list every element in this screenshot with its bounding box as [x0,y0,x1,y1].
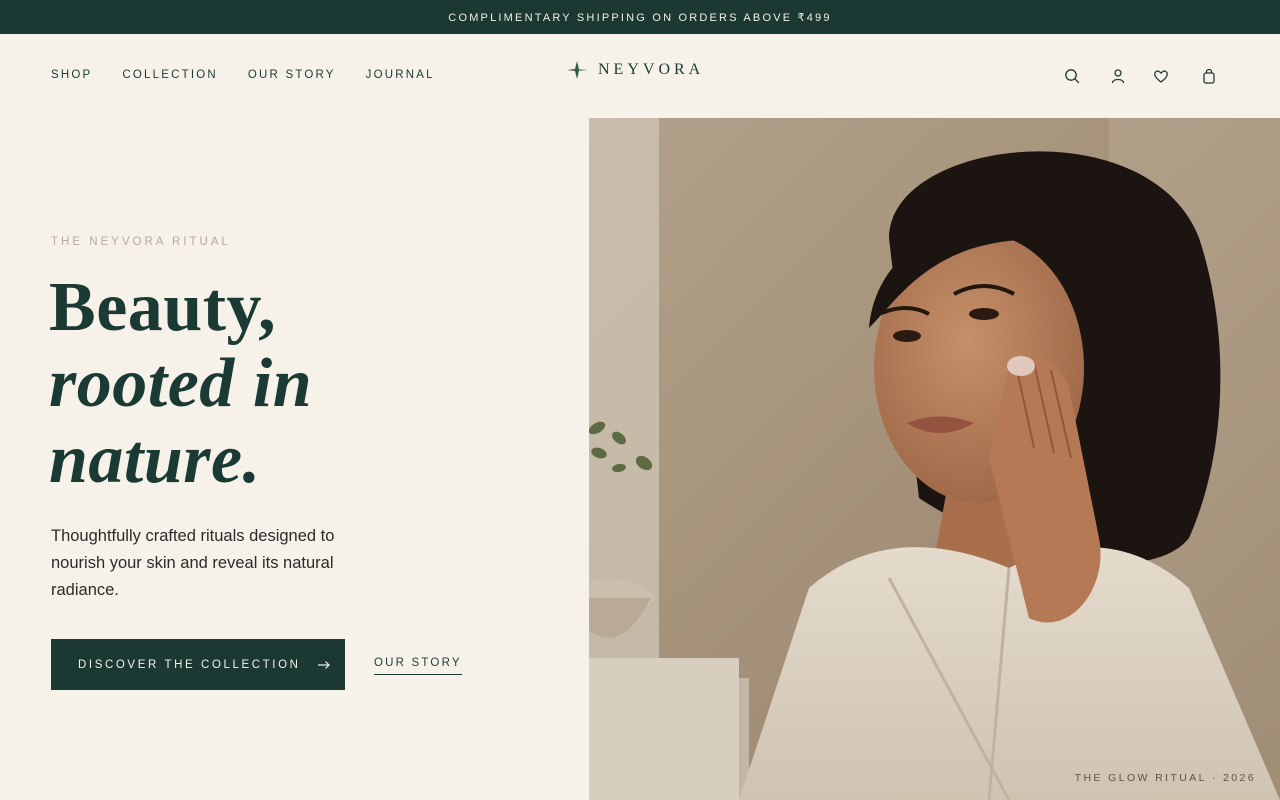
headline-line-3: nature. [49,421,261,498]
brand-logo[interactable]: NEYVORA [566,60,704,80]
nav-journal[interactable]: JOURNAL [366,69,435,81]
announcement-text: COMPLIMENTARY SHIPPING ON ORDERS ABOVE ₹… [448,11,832,24]
hero-image-caption: THE GLOW RITUAL · 2026 [1074,772,1256,784]
hero-headline: Beauty, rooted in nature. [49,270,312,498]
hero-subtitle: Thoughtfully crafted rituals designed to… [51,527,335,599]
hero-eyebrow: THE NEYVORA RITUAL [51,236,231,248]
nav-collection[interactable]: COLLECTION [122,69,218,81]
heart-icon[interactable] [1152,67,1170,85]
nav-our-story[interactable]: OUR STORY [248,69,336,81]
search-icon[interactable] [1063,67,1081,85]
headline-line-2: rooted in [49,345,313,422]
leaf-star-icon [567,61,587,79]
our-story-link[interactable]: OUR STORY [374,657,462,675]
headline-line-1: Beauty, [49,269,277,346]
discover-collection-label: DISCOVER THE COLLECTION [78,658,301,671]
account-icon[interactable] [1109,67,1127,85]
nav-shop[interactable]: SHOP [51,69,92,81]
announcement-bar: COMPLIMENTARY SHIPPING ON ORDERS ABOVE ₹… [0,0,1280,34]
site-header: SHOP COLLECTION OUR STORY JOURNAL NEYVOR… [0,34,1280,118]
hero-image: THE GLOW RITUAL · 2026 [589,118,1280,800]
arrow-right-icon [317,660,330,669]
main-nav: SHOP COLLECTION OUR STORY JOURNAL [51,69,435,81]
brand-name: NEYVORA [598,61,705,78]
hero-photo-illustration [589,118,1280,800]
bag-icon[interactable] [1200,67,1218,85]
discover-collection-button[interactable]: DISCOVER THE COLLECTION [51,639,345,690]
